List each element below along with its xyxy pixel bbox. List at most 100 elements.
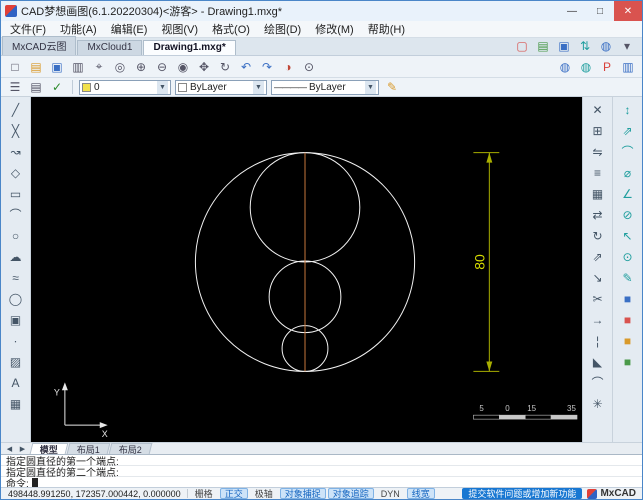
copy-icon[interactable]: ⊞ — [587, 121, 609, 140]
menu-draw[interactable]: 绘图(D) — [257, 21, 308, 37]
cloud-drive-icon[interactable]: ◍ — [577, 58, 595, 75]
draw-xline-icon[interactable]: ╳ — [5, 121, 27, 140]
rotate-icon[interactable]: ↻ — [587, 226, 609, 245]
status-toggle-ortho[interactable]: 正交 — [219, 488, 248, 499]
layout-tab-layout1[interactable]: 布局1 — [66, 443, 111, 455]
draworder-icon[interactable]: ■ — [617, 289, 639, 308]
dim-leader-icon[interactable]: ↖ — [617, 226, 639, 245]
quick-save-icon[interactable]: ▣ — [555, 37, 573, 54]
linetype-select[interactable]: ———— ByLayer ▼ — [271, 79, 379, 95]
status-toggle-dyn[interactable]: DYN — [376, 488, 405, 499]
status-toggle-osnap[interactable]: 对象捕捉 — [279, 488, 326, 499]
scale-icon[interactable]: ⇗ — [587, 247, 609, 266]
layer-manager-icon[interactable]: ☰ — [6, 79, 24, 96]
layer-select[interactable]: 0 ▼ — [79, 79, 171, 95]
draw-revcloud-icon[interactable]: ☁ — [5, 247, 27, 266]
make-layer-current-icon[interactable]: ✓ — [48, 79, 66, 96]
menu-help[interactable]: 帮助(H) — [361, 21, 412, 37]
zoom-out-icon[interactable]: ⊖ — [153, 58, 171, 75]
properties-icon[interactable]: ■ — [617, 310, 639, 329]
maximize-button[interactable]: □ — [586, 1, 614, 21]
array-icon[interactable]: ▦ — [587, 184, 609, 203]
doc-tab-mxcad-cloud[interactable]: MxCAD云图 — [2, 36, 77, 55]
draw-ellipse-icon[interactable]: ◯ — [5, 289, 27, 308]
menu-modify[interactable]: 修改(M) — [308, 21, 361, 37]
draw-point-icon[interactable]: ∙ — [5, 331, 27, 350]
web-drive-icon[interactable]: ◍ — [597, 37, 615, 54]
doc-tab-drawing1[interactable]: Drawing1.mxg* — [143, 40, 236, 55]
status-toggle-otrack[interactable]: 对象追踪 — [327, 488, 374, 499]
more-tabs-icon[interactable]: ▾ — [618, 37, 636, 54]
stretch-icon[interactable]: ↘ — [587, 268, 609, 287]
menu-file[interactable]: 文件(F) — [3, 21, 53, 37]
chevron-down-icon[interactable]: ▼ — [253, 80, 264, 94]
fillet-icon[interactable]: ⌒ — [587, 373, 609, 392]
status-toggle-lineweight[interactable]: 线宽 — [406, 488, 435, 499]
regen-icon[interactable]: ↻ — [216, 58, 234, 75]
options-icon[interactable]: ■ — [617, 352, 639, 371]
mirror-icon[interactable]: ⇋ — [587, 142, 609, 161]
draw-hatch-icon[interactable]: ▨ — [5, 352, 27, 371]
drawing-canvas[interactable]: 80 Y X 5 0 15 35 — [31, 97, 582, 442]
break-icon[interactable]: ¦ — [587, 331, 609, 350]
trim-icon[interactable]: ✂ — [587, 289, 609, 308]
search-icon[interactable]: ⊙ — [300, 58, 318, 75]
draw-line-icon[interactable]: ╱ — [5, 100, 27, 119]
draw-rectangle-icon[interactable]: ▭ — [5, 184, 27, 203]
explode-icon[interactable]: ✳ — [587, 394, 609, 413]
chevron-down-icon[interactable]: ▼ — [157, 80, 168, 94]
pan-icon[interactable]: ✥ — [195, 58, 213, 75]
dim-style-icon[interactable]: ✎ — [617, 268, 639, 287]
menu-function[interactable]: 功能(A) — [53, 21, 104, 37]
dim-arc-icon[interactable]: ⌒ — [617, 142, 639, 161]
dim-aligned-icon[interactable]: ⇗ — [617, 121, 639, 140]
layout-tab-model[interactable]: 模型 — [29, 443, 69, 455]
draw-circle-icon[interactable]: ○ — [5, 226, 27, 245]
draw-text-icon[interactable]: A — [5, 373, 27, 392]
draw-polygon-icon[interactable]: ◇ — [5, 163, 27, 182]
close-button[interactable]: ✕ — [614, 1, 642, 21]
draw-spline-icon[interactable]: ≈ — [5, 268, 27, 287]
dim-center-icon[interactable]: ⊙ — [617, 247, 639, 266]
save-icon[interactable]: ▣ — [48, 58, 66, 75]
layer-filter-icon[interactable]: ▤ — [27, 79, 45, 96]
extend-icon[interactable]: → — [587, 310, 609, 329]
palette-icon[interactable]: ◑ — [279, 58, 297, 75]
open-folder-icon[interactable]: ▤ — [27, 58, 45, 75]
website-icon[interactable]: ◍ — [556, 58, 574, 75]
dim-linear-icon[interactable]: ↕ — [617, 100, 639, 119]
sync-cloud-icon[interactable]: ⇅ — [576, 37, 594, 54]
undo-icon[interactable]: ↶ — [237, 58, 255, 75]
feedback-link[interactable]: 提交软件问题或增加新功能 — [462, 488, 583, 499]
dim-diameter-icon[interactable]: ⊘ — [617, 205, 639, 224]
chamfer-icon[interactable]: ◣ — [587, 352, 609, 371]
chevron-down-icon[interactable]: ▼ — [365, 80, 376, 94]
quick-new-icon[interactable]: ▢ — [513, 37, 531, 54]
dim-angular-icon[interactable]: ∠ — [617, 184, 639, 203]
menu-format[interactable]: 格式(O) — [205, 21, 257, 37]
linewidth-icon[interactable]: ✎ — [383, 79, 401, 96]
layout-nav-prev-icon[interactable]: ◀ — [3, 445, 16, 453]
pdf-export-icon[interactable]: P — [598, 58, 616, 75]
report-chart-icon[interactable]: ▥ — [619, 58, 637, 75]
doc-tab-mxcloud1[interactable]: MxCloud1 — [77, 40, 143, 55]
print-icon[interactable]: ▥ — [69, 58, 87, 75]
zoom-window-icon[interactable]: ⌖ — [90, 58, 108, 75]
erase-icon[interactable]: ✕ — [587, 100, 609, 119]
new-file-icon[interactable]: □ — [6, 58, 24, 75]
minimize-button[interactable]: — — [558, 1, 586, 21]
redo-icon[interactable]: ↷ — [258, 58, 276, 75]
zoom-dynamic-icon[interactable]: ◎ — [111, 58, 129, 75]
status-toggle-grid[interactable]: 栅格 — [190, 488, 218, 499]
draw-arc-icon[interactable]: ⌒ — [5, 205, 27, 224]
insert-block-icon[interactable]: ▣ — [5, 310, 27, 329]
layout-nav-next-icon[interactable]: ▶ — [16, 445, 29, 453]
status-toggle-polar[interactable]: 极轴 — [250, 488, 278, 499]
offset-icon[interactable]: ≡ — [587, 163, 609, 182]
color-select[interactable]: ByLayer ▼ — [175, 79, 267, 95]
menu-view[interactable]: 视图(V) — [154, 21, 205, 37]
match-properties-icon[interactable]: ■ — [617, 331, 639, 350]
menu-edit[interactable]: 编辑(E) — [104, 21, 155, 37]
draw-table-icon[interactable]: ▦ — [5, 394, 27, 413]
dim-radius-icon[interactable]: ⌀ — [617, 163, 639, 182]
